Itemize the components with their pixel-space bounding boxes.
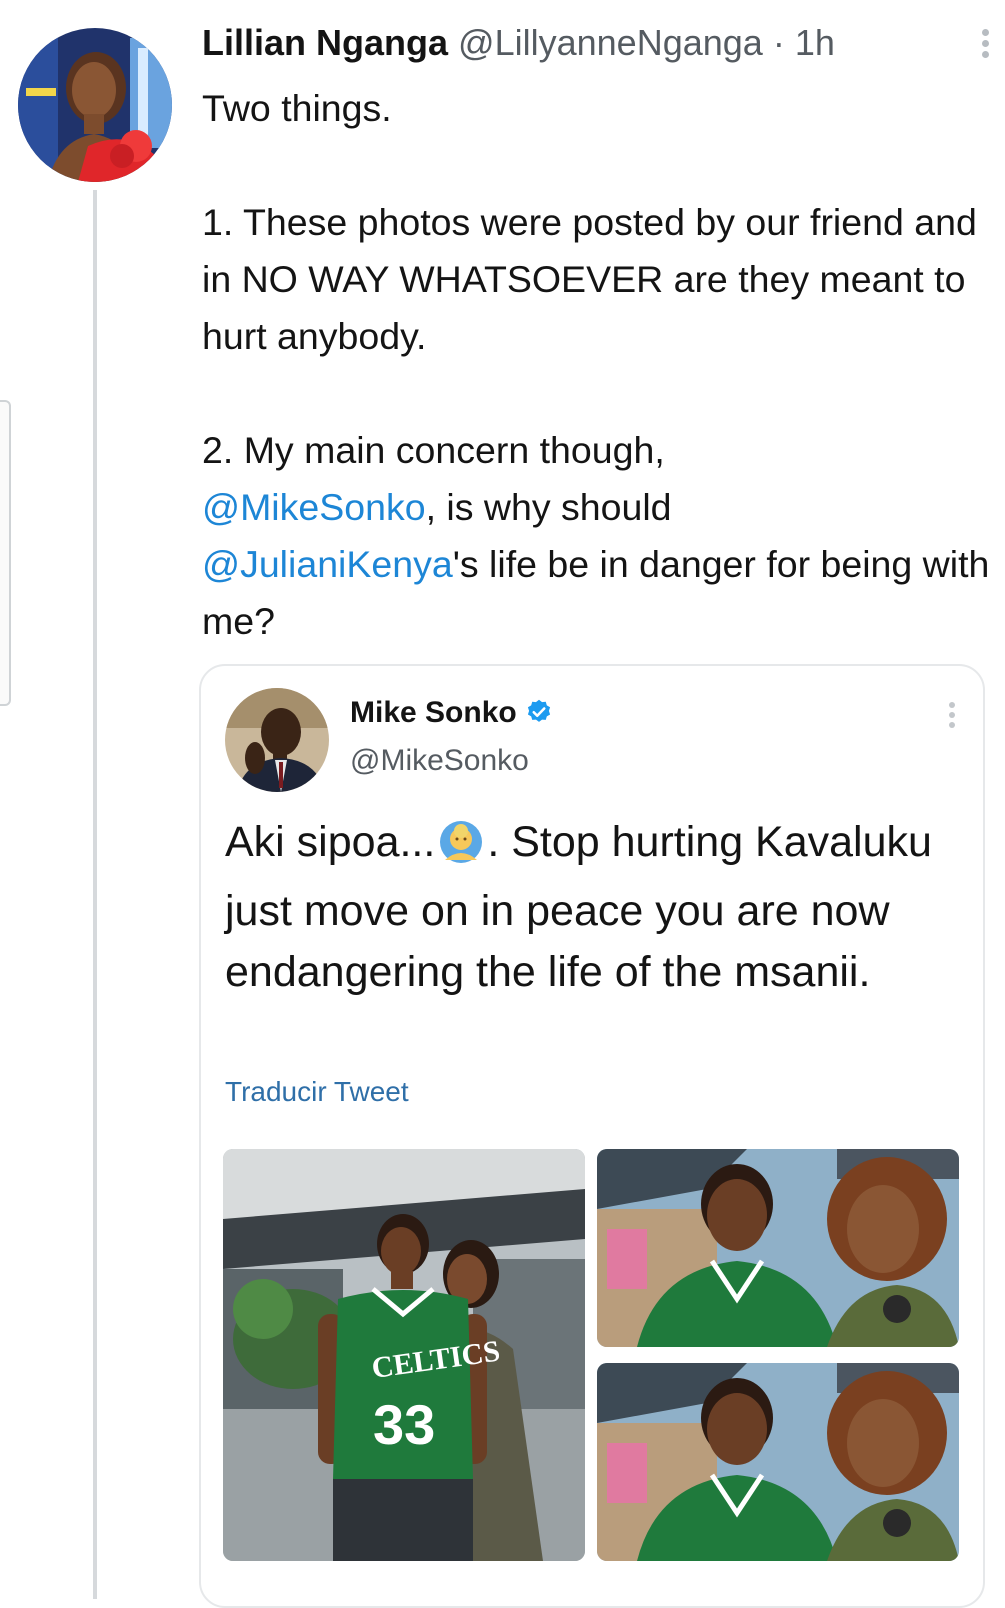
tweet-point-1: 1. These photos were posted by our frien… bbox=[202, 201, 977, 357]
quoted-author-name-text: Mike Sonko bbox=[350, 696, 517, 729]
mention-julianikenya[interactable]: @JulianiKenya bbox=[202, 543, 453, 585]
mention-mikesonko[interactable]: @MikeSonko bbox=[202, 486, 426, 528]
quoted-author-avatar[interactable] bbox=[225, 688, 329, 792]
tweet-point-2: 2. My main concern though, @MikeSonko, is… bbox=[202, 422, 992, 650]
verified-badge-icon bbox=[525, 698, 553, 734]
point2-prefix: 2. My main concern though, bbox=[202, 429, 665, 471]
tweet-header: Lillian Nganga @LillyanneNganga · 1h bbox=[202, 22, 992, 72]
quoted-tweet-card[interactable]: Mike Sonko @MikeSonko Aki sipoa.... Stop… bbox=[199, 664, 985, 1608]
media-photo-3[interactable] bbox=[597, 1363, 959, 1561]
quoted-tweet-text: Aki sipoa.... Stop hurting Kavaluku just… bbox=[225, 812, 955, 1003]
more-vertical-icon[interactable] bbox=[947, 702, 957, 732]
media-photo-1[interactable]: CELTICS 33 bbox=[223, 1149, 585, 1561]
scroll-edge-tab bbox=[0, 400, 11, 706]
author-name[interactable]: Lillian Nganga bbox=[202, 22, 448, 63]
person-gesturing-ok-emoji bbox=[437, 820, 485, 881]
separator: · bbox=[772, 22, 785, 63]
author-avatar[interactable] bbox=[18, 28, 172, 182]
translate-tweet-link[interactable]: Traducir Tweet bbox=[225, 1076, 409, 1108]
quoted-author-handle[interactable]: @MikeSonko bbox=[350, 744, 529, 778]
quoted-author-name[interactable]: Mike Sonko bbox=[350, 696, 553, 734]
point2-middle: , is why should bbox=[425, 486, 672, 528]
more-vertical-icon[interactable] bbox=[978, 26, 992, 66]
tweet-text: Two things. 1. These photos were posted … bbox=[202, 80, 992, 650]
tweet-intro: Two things. bbox=[202, 87, 392, 129]
quoted-text-start: Aki sipoa... bbox=[225, 818, 436, 866]
media-photo-2[interactable] bbox=[597, 1149, 959, 1347]
author-handle[interactable]: @LillyanneNganga bbox=[458, 22, 763, 63]
jersey-number-text: 33 bbox=[373, 1393, 435, 1456]
timestamp[interactable]: 1h bbox=[795, 22, 835, 63]
thread-line bbox=[93, 190, 97, 1599]
